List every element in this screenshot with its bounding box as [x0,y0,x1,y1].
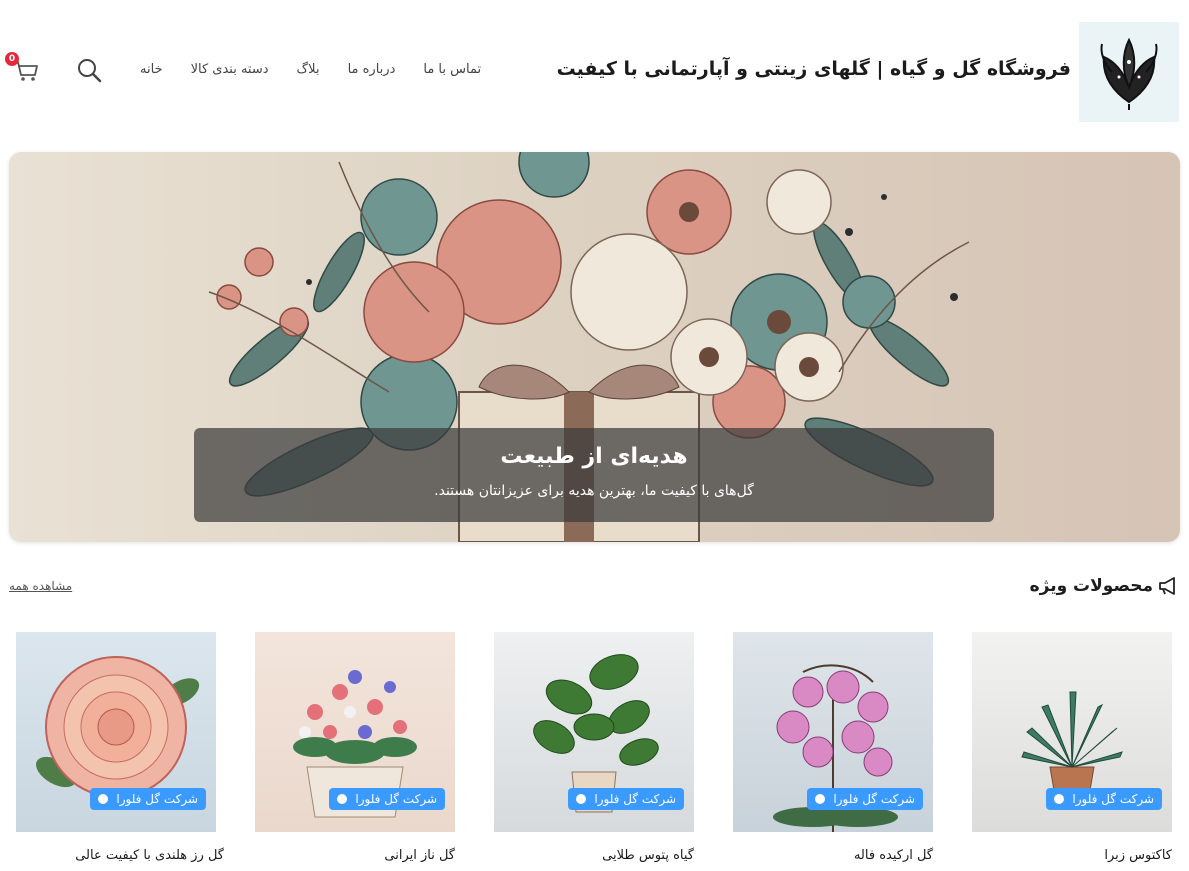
product-image[interactable]: شرکت گل فلورا [494,632,694,832]
featured-header: محصولات ویژه [1030,576,1179,596]
main-nav: خانه دسته بندی کالا بلاگ درباره ما تماس … [140,62,481,77]
lotus-logo-icon [1100,37,1158,110]
nav-item-contact[interactable]: تماس با ما [423,62,481,77]
hero-caption: هدیه‌ای از طبیعت گل‌های با کیفیت ما، بهت… [194,428,994,522]
cart-count-badge: 0 [5,52,19,66]
product-image[interactable]: شرکت گل فلورا [972,632,1172,832]
cart-button[interactable]: 0 [5,52,40,84]
featured-title: محصولات ویژه [1029,576,1153,596]
product-card[interactable]: شرکت گل فلورا گل ناز ایرانی [225,632,455,871]
product-card[interactable]: شرکت گل فلورا گیاه پتوس طلایی [464,632,694,871]
product-card[interactable]: شرکت گل فلورا گل رز هلندی با کیفیت عالی [0,632,224,871]
nav-item-categories[interactable]: دسته بندی کالا [191,62,269,77]
brand-badge: شرکت گل فلورا [90,788,206,810]
nav-item-about[interactable]: درباره ما [348,62,396,77]
product-card[interactable]: شرکت گل فلورا گل ارکیده فاله [703,632,933,871]
search-icon [78,59,102,83]
product-name[interactable]: گل رز هلندی با کیفیت عالی [75,848,224,863]
view-all-link[interactable]: مشاهده همه [9,579,72,593]
product-list: شرکت گل فلورا کاکتوس زبرا شرکت گل فلورا … [0,632,1189,871]
site-logo[interactable] [1079,22,1179,122]
product-name[interactable]: گیاه پتوس طلایی [602,848,694,863]
brand-badge: شرکت گل فلورا [329,788,445,810]
product-image[interactable]: شرکت گل فلورا [16,632,216,832]
nav-item-blog[interactable]: بلاگ [297,62,320,77]
brand-badge: شرکت گل فلورا [1046,788,1162,810]
site-header: فروشگاه گل و گیاه | گلهای زینتی و آپارتم… [0,0,1189,140]
site-title[interactable]: فروشگاه گل و گیاه | گلهای زینتی و آپارتم… [557,58,1071,80]
hero-banner[interactable]: هدیه‌ای از طبیعت گل‌های با کیفیت ما، بهت… [9,152,1180,542]
search-button[interactable] [75,57,103,85]
product-name[interactable]: گل ارکیده فاله [854,848,933,863]
product-name[interactable]: کاکتوس زبرا [1104,848,1172,863]
hero-title: هدیه‌ای از طبیعت [500,444,688,469]
brand-badge: شرکت گل فلورا [807,788,923,810]
product-image[interactable]: شرکت گل فلورا [255,632,455,832]
megaphone-icon [1159,577,1175,595]
brand-badge: شرکت گل فلورا [568,788,684,810]
nav-item-home[interactable]: خانه [140,62,163,77]
product-card[interactable]: شرکت گل فلورا کاکتوس زبرا [942,632,1172,871]
product-name[interactable]: گل ناز ایرانی [384,848,455,863]
product-image[interactable]: شرکت گل فلورا [733,632,933,832]
hero-subtitle: گل‌های با کیفیت ما، بهترین هدیه برای عزی… [434,483,754,499]
